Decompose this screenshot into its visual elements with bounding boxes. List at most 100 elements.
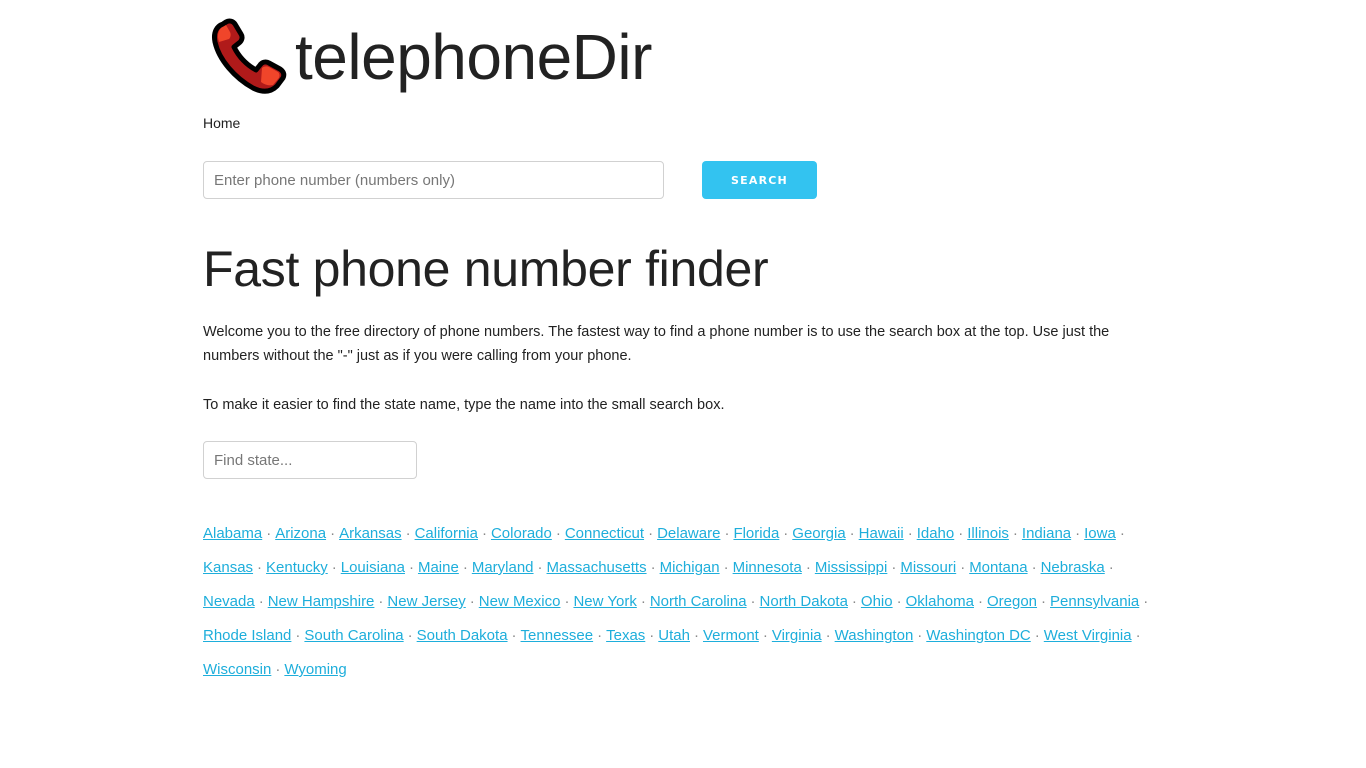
state-hint-text: To make it easier to find the state name… <box>203 397 725 413</box>
state-separator: · <box>1135 627 1141 644</box>
state-link-nevada[interactable]: Nevada <box>203 593 255 610</box>
site-logo[interactable]: telephoneDir <box>209 16 652 96</box>
state-link-connecticut[interactable]: Connecticut <box>565 525 644 542</box>
state-link-new-hampshire[interactable]: New Hampshire <box>268 593 375 610</box>
state-link-nebraska[interactable]: Nebraska <box>1041 559 1105 576</box>
state-link-ohio[interactable]: Ohio <box>861 593 893 610</box>
intro-text: Welcome you to the free directory of pho… <box>203 324 1110 364</box>
state-link-virginia[interactable]: Virginia <box>772 627 822 644</box>
state-separator: · <box>481 525 487 542</box>
site-title: telephoneDir <box>295 21 652 93</box>
telephone-receiver-icon <box>212 18 287 94</box>
states-list: Alabama · Arizona · Arkansas · California · Colo… <box>203 517 1163 687</box>
state-link-washington[interactable]: Washington <box>835 627 914 644</box>
state-link-north-carolina[interactable]: North Carolina <box>650 593 747 610</box>
state-link-michigan[interactable]: Michigan <box>660 559 720 576</box>
state-link-indiana[interactable]: Indiana <box>1022 525 1071 542</box>
state-separator: · <box>849 525 855 542</box>
state-link-arkansas[interactable]: Arkansas <box>339 525 402 542</box>
state-link-texas[interactable]: Texas <box>606 627 645 644</box>
state-link-maine[interactable]: Maine <box>418 559 459 576</box>
state-link-illinois[interactable]: Illinois <box>967 525 1009 542</box>
state-separator: · <box>649 627 655 644</box>
state-separator: · <box>1034 627 1040 644</box>
state-separator: · <box>693 627 699 644</box>
phone-search-form: SEARCH <box>203 161 817 199</box>
state-separator: · <box>378 593 384 610</box>
state-link-new-york[interactable]: New York <box>573 593 636 610</box>
state-separator: · <box>1143 593 1149 610</box>
state-separator: · <box>762 627 768 644</box>
state-link-minnesota[interactable]: Minnesota <box>733 559 802 576</box>
state-link-maryland[interactable]: Maryland <box>472 559 534 576</box>
state-link-wisconsin[interactable]: Wisconsin <box>203 661 271 678</box>
page-title: Fast phone number finder <box>203 241 769 297</box>
state-separator: · <box>511 627 517 644</box>
state-separator: · <box>1012 525 1018 542</box>
state-separator: · <box>555 525 561 542</box>
state-separator: · <box>1031 559 1037 576</box>
nav-home-link[interactable]: Home <box>203 115 240 131</box>
state-link-hawaii[interactable]: Hawaii <box>859 525 904 542</box>
state-link-kentucky[interactable]: Kentucky <box>266 559 328 576</box>
state-link-california[interactable]: California <box>415 525 478 542</box>
phone-number-input[interactable] <box>203 161 664 199</box>
state-link-alabama[interactable]: Alabama <box>203 525 262 542</box>
state-link-arizona[interactable]: Arizona <box>275 525 326 542</box>
state-separator: · <box>851 593 857 610</box>
state-link-rhode-island[interactable]: Rhode Island <box>203 627 291 644</box>
state-link-oklahoma[interactable]: Oklahoma <box>906 593 974 610</box>
state-link-vermont[interactable]: Vermont <box>703 627 759 644</box>
search-button[interactable]: SEARCH <box>702 161 817 199</box>
state-link-west-virginia[interactable]: West Virginia <box>1044 627 1132 644</box>
find-state-input[interactable] <box>203 441 417 479</box>
state-separator: · <box>648 525 654 542</box>
state-link-colorado[interactable]: Colorado <box>491 525 552 542</box>
state-separator: · <box>407 627 413 644</box>
state-link-tennessee[interactable]: Tennessee <box>521 627 594 644</box>
state-separator: · <box>724 525 730 542</box>
state-separator: · <box>917 627 923 644</box>
state-separator: · <box>408 559 414 576</box>
state-link-montana[interactable]: Montana <box>969 559 1027 576</box>
state-separator: · <box>1108 559 1114 576</box>
state-separator: · <box>469 593 475 610</box>
state-link-louisiana[interactable]: Louisiana <box>341 559 405 576</box>
state-separator: · <box>331 559 337 576</box>
state-separator: · <box>1075 525 1081 542</box>
state-link-massachusetts[interactable]: Massachusetts <box>547 559 647 576</box>
state-separator: · <box>960 559 966 576</box>
state-separator: · <box>958 525 964 542</box>
state-separator: · <box>257 559 263 576</box>
state-link-wyoming[interactable]: Wyoming <box>284 661 346 678</box>
state-link-idaho[interactable]: Idaho <box>917 525 955 542</box>
state-link-mississippi[interactable]: Mississippi <box>815 559 888 576</box>
state-separator: · <box>977 593 983 610</box>
state-link-new-jersey[interactable]: New Jersey <box>387 593 465 610</box>
state-separator: · <box>650 559 656 576</box>
state-separator: · <box>907 525 913 542</box>
state-link-washington-dc[interactable]: Washington DC <box>926 627 1031 644</box>
state-separator: · <box>805 559 811 576</box>
state-separator: · <box>1119 525 1125 542</box>
state-link-utah[interactable]: Utah <box>658 627 690 644</box>
state-link-oregon[interactable]: Oregon <box>987 593 1037 610</box>
state-link-south-carolina[interactable]: South Carolina <box>304 627 403 644</box>
state-link-kansas[interactable]: Kansas <box>203 559 253 576</box>
state-link-missouri[interactable]: Missouri <box>900 559 956 576</box>
state-separator: · <box>783 525 789 542</box>
state-separator: · <box>750 593 756 610</box>
state-separator: · <box>723 559 729 576</box>
state-link-florida[interactable]: Florida <box>733 525 779 542</box>
state-link-new-mexico[interactable]: New Mexico <box>479 593 561 610</box>
state-link-georgia[interactable]: Georgia <box>792 525 845 542</box>
state-link-iowa[interactable]: Iowa <box>1084 525 1116 542</box>
state-separator: · <box>891 559 897 576</box>
state-separator: · <box>597 627 603 644</box>
state-link-south-dakota[interactable]: South Dakota <box>417 627 508 644</box>
state-link-north-dakota[interactable]: North Dakota <box>760 593 848 610</box>
state-link-delaware[interactable]: Delaware <box>657 525 720 542</box>
state-separator: · <box>640 593 646 610</box>
state-separator: · <box>295 627 301 644</box>
state-link-pennsylvania[interactable]: Pennsylvania <box>1050 593 1139 610</box>
